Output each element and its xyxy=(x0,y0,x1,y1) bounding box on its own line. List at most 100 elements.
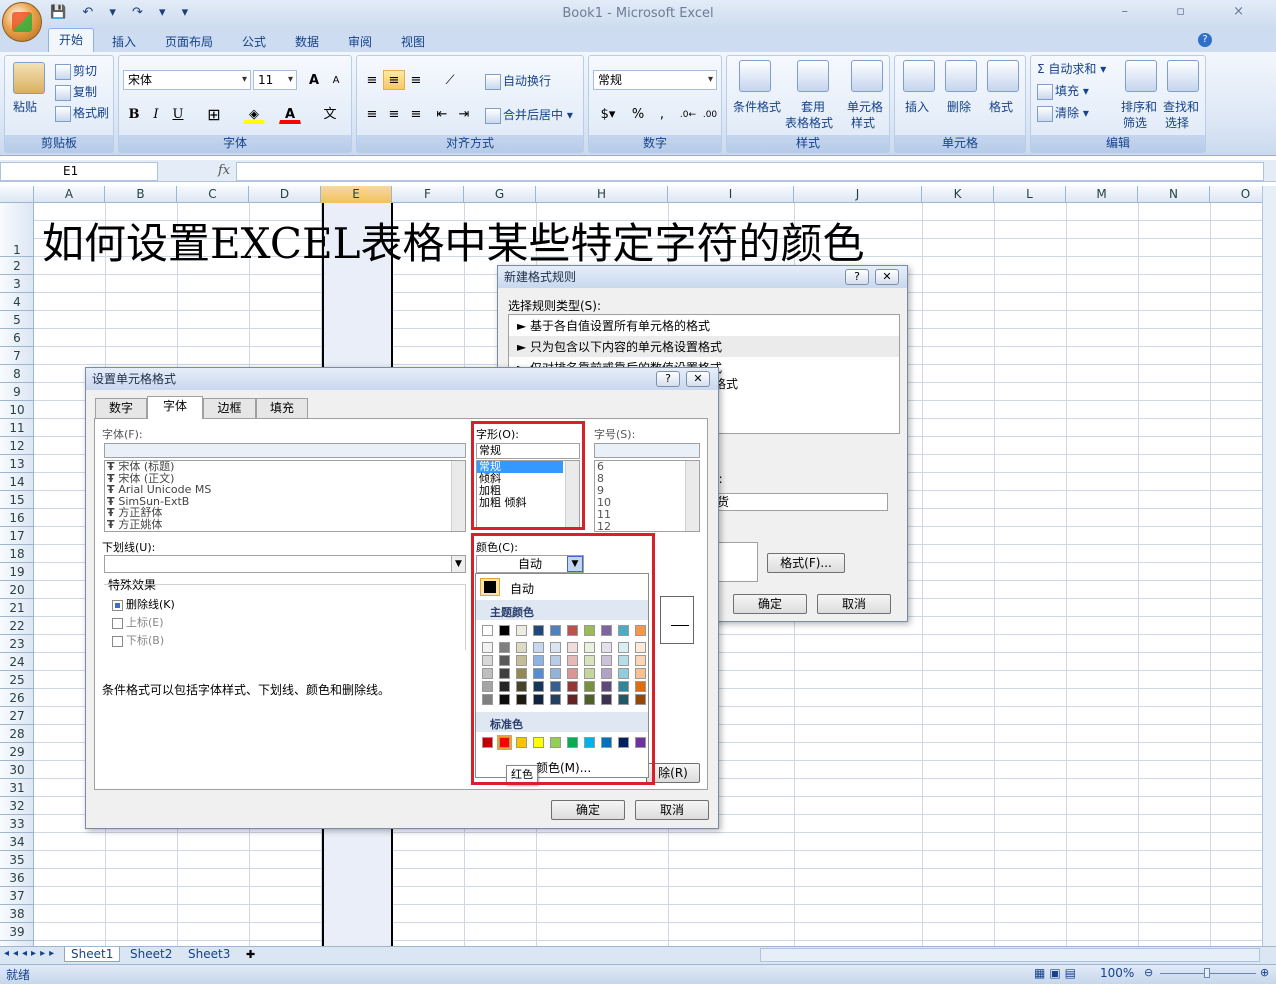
zoom-thumb[interactable] xyxy=(1204,968,1210,978)
row-header[interactable]: 17 xyxy=(0,527,34,545)
dropdown-arrow-icon[interactable]: ▼ xyxy=(451,556,465,572)
font-input[interactable] xyxy=(104,443,466,458)
row-header[interactable]: 15 xyxy=(0,491,34,509)
help-icon[interactable]: ? xyxy=(1198,33,1212,47)
row-header[interactable]: 24 xyxy=(0,653,34,671)
zoom-out-icon[interactable]: ⊖ xyxy=(1144,966,1153,979)
row-header[interactable]: 11 xyxy=(0,419,34,437)
sort-filter-button-2[interactable]: 筛选 xyxy=(1123,114,1147,131)
vertical-scrollbar[interactable] xyxy=(1262,186,1276,946)
row-header[interactable]: 16 xyxy=(0,509,34,527)
row-header[interactable]: 35 xyxy=(0,851,34,869)
row-header[interactable]: 18 xyxy=(0,545,34,563)
ok-button[interactable]: 确定 xyxy=(733,594,807,614)
insert-sheet-icon[interactable]: ✚ xyxy=(246,948,255,961)
row-header[interactable]: 21 xyxy=(0,599,34,617)
decrease-decimal-icon[interactable]: .00 xyxy=(699,104,721,124)
align-top-icon[interactable]: ≡ xyxy=(361,70,383,90)
tab-fill[interactable]: 填充 xyxy=(256,398,308,418)
row-header[interactable]: 3 xyxy=(0,275,34,293)
format-as-table-button[interactable]: 套用 xyxy=(801,98,825,115)
list-item[interactable]: Ŧ 方正姚体 xyxy=(107,519,465,531)
format-button[interactable]: 格式(F)... xyxy=(767,553,845,573)
column-header-m[interactable]: M xyxy=(1066,186,1138,203)
row-header[interactable]: 4 xyxy=(0,293,34,311)
scrollbar[interactable] xyxy=(685,461,699,531)
cut-button[interactable]: 剪切 xyxy=(55,62,97,80)
percent-button[interactable]: % xyxy=(627,104,649,124)
row-header[interactable]: 14 xyxy=(0,473,34,491)
column-header-j[interactable]: J xyxy=(794,186,922,203)
list-item[interactable]: 6 xyxy=(595,461,699,473)
strikethrough-checkbox[interactable]: 删除线(K) xyxy=(112,596,175,612)
orientation-icon[interactable]: ⟋ xyxy=(435,70,465,90)
row-header[interactable]: 8 xyxy=(0,365,34,383)
zoom-level[interactable]: 100% xyxy=(1100,966,1134,980)
column-header-e[interactable]: E xyxy=(321,186,392,203)
row-header[interactable]: 19 xyxy=(0,563,34,581)
comma-button[interactable]: , xyxy=(651,104,673,124)
find-select-button-2[interactable]: 选择 xyxy=(1165,114,1189,131)
tab-font[interactable]: 字体 xyxy=(147,396,203,419)
row-header[interactable]: 39 xyxy=(0,923,34,941)
column-header-l[interactable]: L xyxy=(994,186,1066,203)
zoom-in-icon[interactable]: ⊕ xyxy=(1260,966,1269,979)
row-header[interactable]: 6 xyxy=(0,329,34,347)
row-header[interactable]: 34 xyxy=(0,833,34,851)
row-header[interactable]: 30 xyxy=(0,761,34,779)
list-item[interactable]: 12 xyxy=(595,521,699,532)
sheet-nav-icon[interactable]: ◂◂◂▸▸▸ xyxy=(4,948,58,959)
horizontal-scrollbar[interactable] xyxy=(760,948,1260,962)
fill-button[interactable]: 填充 ▾ xyxy=(1037,82,1089,100)
increase-indent-icon[interactable]: ⇥ xyxy=(453,104,475,124)
underline-combo[interactable]: ▼ xyxy=(104,555,466,573)
align-bottom-icon[interactable]: ≡ xyxy=(405,70,427,90)
row-header[interactable]: 23 xyxy=(0,635,34,653)
delete-button[interactable]: 删除 xyxy=(947,98,971,115)
tab-view[interactable]: 视图 xyxy=(401,31,425,52)
format-painter-button[interactable]: 格式刷 xyxy=(55,104,109,122)
formula-input[interactable] xyxy=(236,162,1264,181)
column-header-c[interactable]: C xyxy=(177,186,249,203)
cell-styles-button[interactable]: 单元格 xyxy=(847,98,883,115)
row-header[interactable]: 27 xyxy=(0,707,34,725)
row-header[interactable]: 2 xyxy=(0,257,34,275)
ok-button[interactable]: 确定 xyxy=(551,800,625,820)
autosum-button[interactable]: Σ 自动求和 ▾ xyxy=(1037,60,1106,77)
row-header[interactable]: 29 xyxy=(0,743,34,761)
font-name-combo[interactable]: 宋体 xyxy=(123,70,251,90)
sheet-tab-3[interactable]: Sheet3 xyxy=(182,947,236,961)
find-select-button[interactable]: 查找和 xyxy=(1163,98,1199,115)
row-header[interactable]: 31 xyxy=(0,779,34,797)
rule-value-input[interactable]: 货 xyxy=(714,493,888,511)
grow-font-button[interactable]: A xyxy=(303,70,325,90)
currency-icon[interactable]: $▾ xyxy=(593,104,623,124)
row-header[interactable]: 12 xyxy=(0,437,34,455)
list-item[interactable]: 8 xyxy=(595,473,699,485)
phonetic-icon[interactable]: 文 xyxy=(315,104,345,124)
column-header-a[interactable]: A xyxy=(34,186,105,203)
row-header[interactable]: 36 xyxy=(0,869,34,887)
column-header-n[interactable]: N xyxy=(1138,186,1210,203)
sheet-tab-2[interactable]: Sheet2 xyxy=(124,947,178,961)
clear-button[interactable]: 清除 ▾ xyxy=(1037,104,1089,122)
decrease-indent-icon[interactable]: ⇤ xyxy=(431,104,453,124)
tab-review[interactable]: 审阅 xyxy=(348,31,372,52)
size-list[interactable]: 6 8 9 10 11 12 xyxy=(594,460,700,532)
size-input[interactable] xyxy=(594,443,700,458)
close-icon[interactable]: ✕ xyxy=(686,371,710,387)
format-button[interactable]: 格式 xyxy=(989,98,1013,115)
column-header-h[interactable]: H xyxy=(536,186,668,203)
row-header[interactable]: 20 xyxy=(0,581,34,599)
italic-button[interactable]: I xyxy=(145,104,167,124)
sort-filter-button[interactable]: 排序和 xyxy=(1121,98,1157,115)
office-button[interactable] xyxy=(2,2,42,42)
increase-decimal-icon[interactable]: .0← xyxy=(677,104,699,124)
format-as-table-button-2[interactable]: 表格格式 xyxy=(785,114,833,131)
column-header-i[interactable]: I xyxy=(668,186,794,203)
font-color-icon[interactable]: A xyxy=(279,104,301,124)
tab-formulas[interactable]: 公式 xyxy=(242,31,266,52)
row-header[interactable]: 26 xyxy=(0,689,34,707)
superscript-checkbox[interactable]: 上标(E) xyxy=(112,614,164,630)
scrollbar[interactable] xyxy=(451,461,465,531)
